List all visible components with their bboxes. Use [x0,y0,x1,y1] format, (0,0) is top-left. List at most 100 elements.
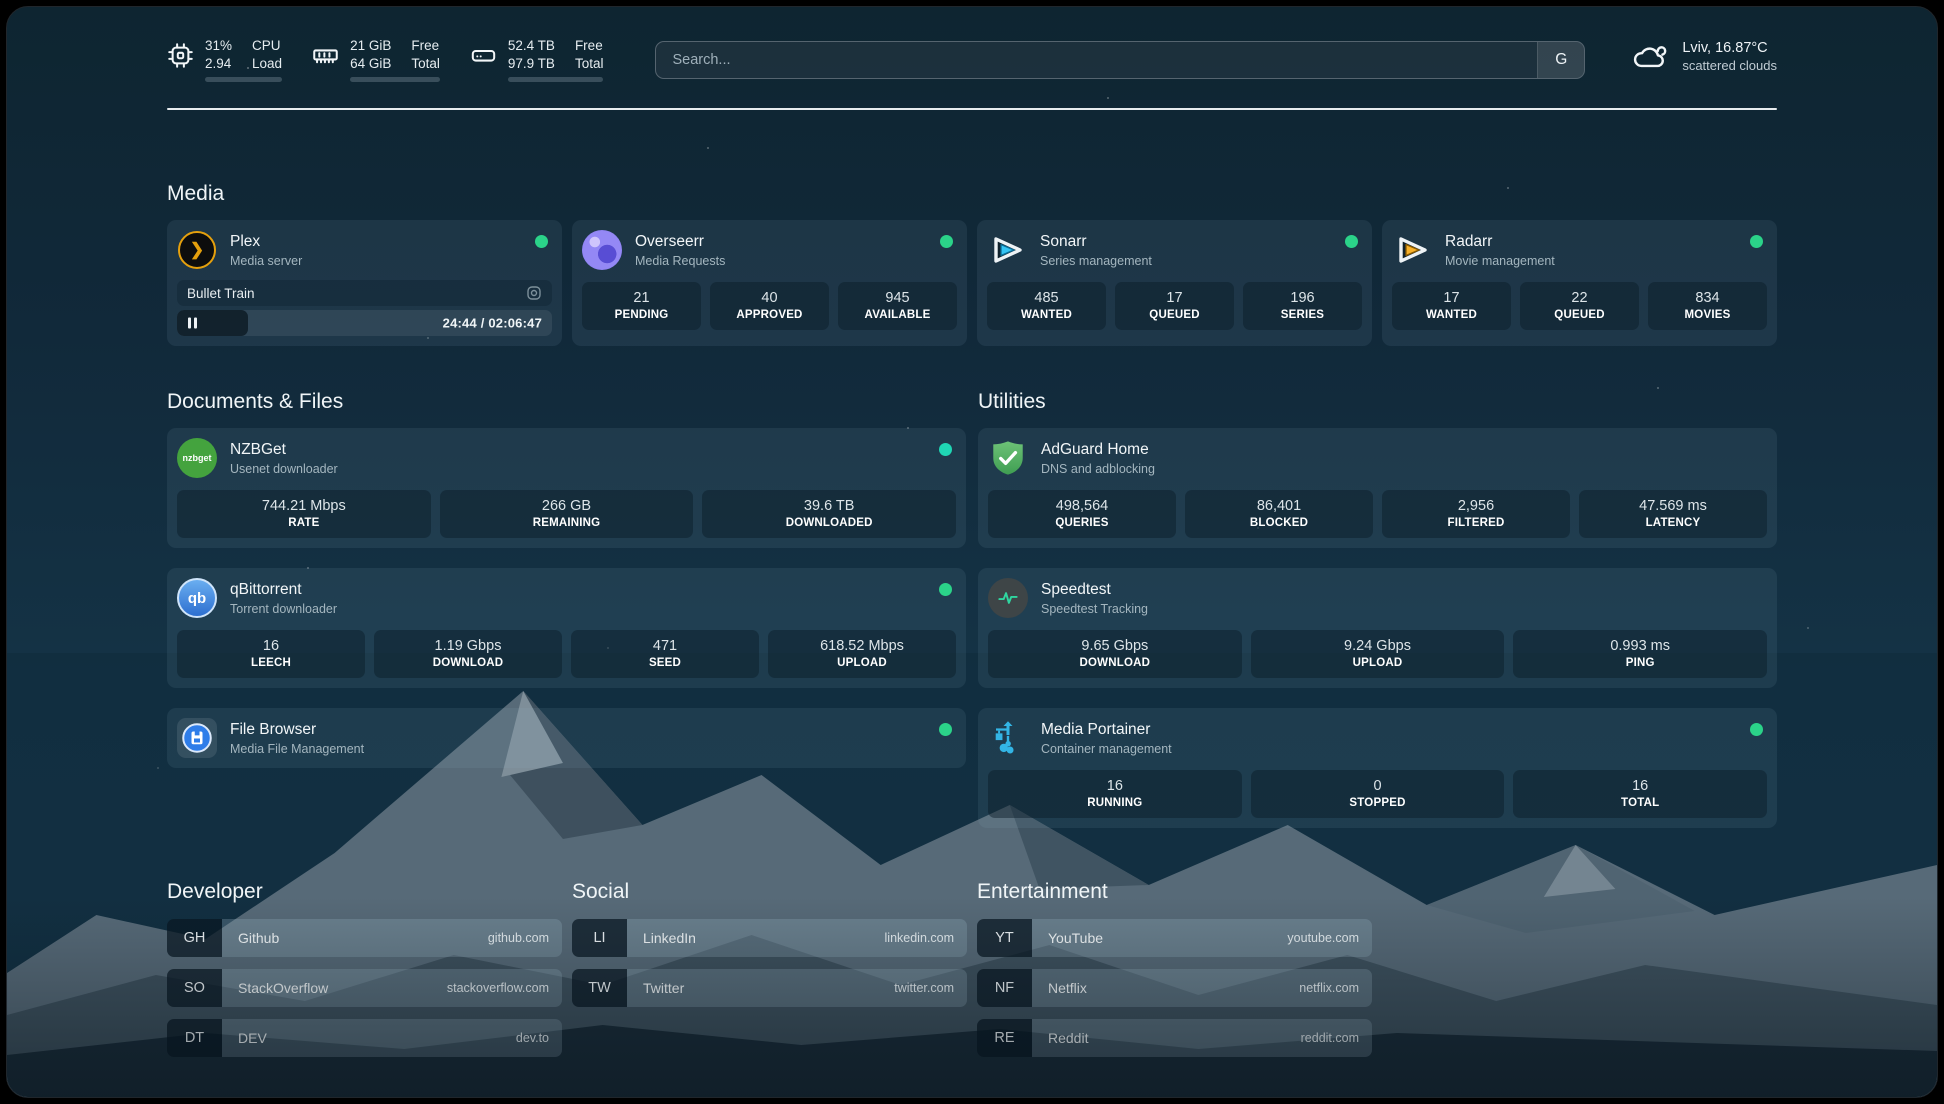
bookmark-url: reddit.com [1301,1031,1359,1045]
service-desc: Torrent downloader [230,602,337,616]
cpu-load-value: 2.94 [205,55,232,73]
memory-total-value: 64 GiB [350,55,391,73]
stat-queued: 22QUEUED [1520,282,1639,330]
bookmark-abbr: TW [572,969,627,1007]
stat-stopped: 0STOPPED [1251,770,1505,818]
service-name: Sonarr [1040,233,1152,251]
status-dot [1750,235,1763,248]
section-title-documents: Documents & Files [167,390,966,414]
bookmark-name: LinkedIn [643,930,696,946]
search-bar: G [655,41,1585,79]
service-name: Media Portainer [1041,721,1172,739]
service-card-filebrowser[interactable]: File Browser Media File Management [167,708,966,768]
disk-progress-bar [508,77,604,82]
service-card-nzbget[interactable]: nzbget NZBGet Usenet downloader 744.21 M… [167,428,966,548]
section-title-developer: Developer [167,880,562,904]
stat-queries: 498,564QUERIES [988,490,1176,538]
now-playing-title: Bullet Train [187,286,255,301]
stat-available: 945AVAILABLE [838,282,957,330]
service-card-overseerr[interactable]: Overseerr Media Requests 21PENDING 40APP… [572,220,967,346]
cpu-progress-bar [205,77,282,82]
service-name: qBittorrent [230,581,337,599]
bookmark-dev[interactable]: DT DEV dev.to [167,1019,562,1057]
bookmark-abbr: NF [977,969,1032,1007]
stat-download: 1.19 GbpsDOWNLOAD [374,630,562,678]
section-title-social: Social [572,880,967,904]
memory-progress-bar [350,77,440,82]
bookmark-stackoverflow[interactable]: SO StackOverflowstackoverflow.com [167,969,562,1007]
stat-ping: 0.993 msPING [1513,630,1767,678]
bookmark-linkedin[interactable]: LI LinkedInlinkedin.com [572,919,967,957]
service-name: Overseerr [635,233,725,251]
bookmark-group-social: Social LI LinkedInlinkedin.com TW Twitte… [572,880,967,1069]
service-card-sonarr[interactable]: Sonarr Series management 485WANTED 17QUE… [977,220,1372,346]
stat-filtered: 2,956FILTERED [1382,490,1570,538]
bookmark-name: Twitter [643,980,684,996]
bookmark-twitter[interactable]: TW Twitter twitter.com [572,969,967,1007]
service-card-plex[interactable]: ❯ Plex Media server Bullet Train [167,220,562,346]
bookmark-url: twitter.com [894,981,954,995]
disk-total-label: Total [575,55,604,73]
bookmark-reddit[interactable]: RE Reddit reddit.com [977,1019,1372,1057]
service-card-radarr[interactable]: Radarr Movie management 17WANTED 22QUEUE… [1382,220,1777,346]
stat-blocked: 86,401BLOCKED [1185,490,1373,538]
plex-icon: ❯ [177,230,217,270]
stat-running: 16RUNNING [988,770,1242,818]
stat-wanted: 485WANTED [987,282,1106,330]
bookmark-abbr: DT [167,1019,222,1057]
bookmark-url: stackoverflow.com [447,981,549,995]
portainer-icon [988,718,1028,758]
cpu-load-label: Load [252,55,282,73]
disk-free-label: Free [575,37,604,55]
pause-icon [188,318,197,329]
now-playing-time: 24:44 / 02:06:47 [443,316,542,331]
filebrowser-icon [177,718,217,758]
section-title-entertainment: Entertainment [977,880,1372,904]
topbar-divider [167,108,1777,110]
bookmark-url: github.com [488,931,549,945]
status-dot [1750,723,1763,736]
bookmark-github[interactable]: GH Githubgithub.com [167,919,562,957]
service-name: NZBGet [230,441,338,459]
stat-movies: 834MOVIES [1648,282,1767,330]
bookmark-name: Netflix [1048,980,1087,996]
memory-icon [312,42,339,69]
resource-widget-memory: 21 GiB Free 64 GiB Total [312,37,440,82]
service-desc: Usenet downloader [230,462,338,476]
stat-downloaded: 39.6 TBDOWNLOADED [702,490,956,538]
stat-upload: 618.52 MbpsUPLOAD [768,630,956,678]
service-card-adguard[interactable]: AdGuard Home DNS and adblocking 498,564Q… [978,428,1777,548]
status-dot [940,235,953,248]
bookmark-name: Github [238,930,279,946]
service-name: AdGuard Home [1041,441,1155,459]
section-title-utilities: Utilities [978,390,1777,414]
service-name: File Browser [230,721,364,739]
nzbget-icon: nzbget [177,438,217,478]
radarr-icon [1392,230,1432,270]
search-provider-button[interactable]: G [1537,42,1584,78]
service-card-speedtest[interactable]: Speedtest Speedtest Tracking 9.65 GbpsDO… [978,568,1777,688]
bookmark-url: netflix.com [1299,981,1359,995]
service-card-portainer[interactable]: Media Portainer Container management 16R… [978,708,1777,828]
bookmark-abbr: RE [977,1019,1032,1057]
bookmark-url: dev.to [516,1031,549,1045]
bookmark-netflix[interactable]: NF Netflix netflix.com [977,969,1372,1007]
stat-total: 16TOTAL [1513,770,1767,818]
search-input[interactable] [656,42,1537,78]
bookmark-name: DEV [238,1030,267,1046]
bookmark-name: Reddit [1048,1030,1088,1046]
service-desc: Container management [1041,742,1172,756]
service-card-qbittorrent[interactable]: qb qBittorrent Torrent downloader 16LEEC… [167,568,966,688]
bookmark-name: StackOverflow [238,980,328,996]
service-name: Speedtest [1041,581,1148,599]
dashboard-window: 31% CPU 2.94 Load 21 GiB Free [6,6,1938,1098]
stat-queued: 17QUEUED [1115,282,1234,330]
stat-seed: 471SEED [571,630,759,678]
bookmark-abbr: YT [977,919,1032,957]
bookmark-youtube[interactable]: YT YouTubeyoutube.com [977,919,1372,957]
bookmark-group-empty [1382,880,1777,1069]
weather-condition: scattered clouds [1682,58,1777,73]
now-playing-toggle-icon[interactable] [526,285,542,301]
bookmark-name: YouTube [1048,930,1103,946]
adguard-icon [988,438,1028,478]
